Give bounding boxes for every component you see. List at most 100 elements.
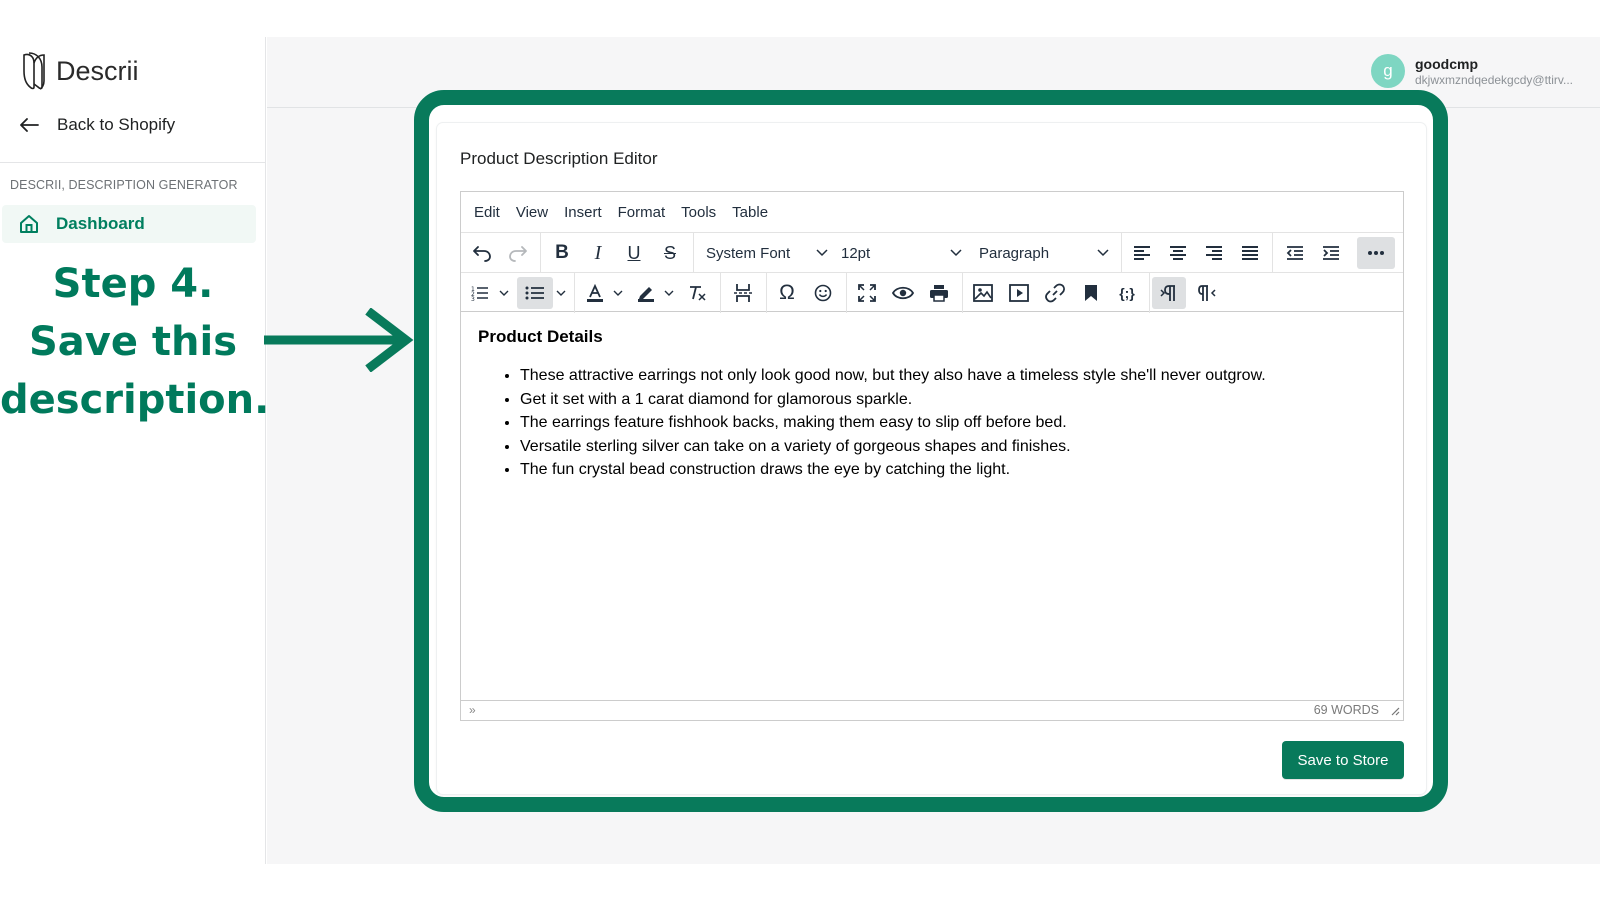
toolbar-separator — [1121, 233, 1122, 273]
step-line-3: description. — [0, 377, 270, 423]
indent-button[interactable] — [1315, 237, 1347, 269]
menu-edit[interactable]: Edit — [466, 204, 508, 221]
menu-tools[interactable]: Tools — [673, 204, 724, 221]
toolbar-row-2: 123 Ω {;} — [461, 272, 1403, 313]
underline-icon: U — [627, 242, 641, 263]
menu-view[interactable]: View — [508, 204, 556, 221]
bullet-list-dropdown[interactable] — [554, 277, 568, 309]
clear-formatting-button[interactable] — [681, 277, 713, 309]
code-braces-icon: {;} — [1119, 285, 1135, 301]
image-icon — [973, 284, 993, 302]
redo-button[interactable] — [502, 237, 534, 269]
step-annotation: Step 4. Save this description. — [0, 255, 270, 429]
back-to-shopify-link[interactable]: Back to Shopify — [18, 115, 175, 135]
avatar: g — [1371, 54, 1405, 88]
toolbar-separator — [720, 273, 721, 313]
fullscreen-button[interactable] — [851, 277, 883, 309]
numbered-list-button[interactable]: 123 — [466, 277, 494, 309]
editor-content[interactable]: Product Details These attractive earring… — [478, 327, 1378, 482]
list-item: The earrings feature fishhook backs, mak… — [520, 411, 1378, 435]
insert-image-button[interactable] — [967, 277, 999, 309]
highlight-color-button[interactable] — [632, 277, 660, 309]
resize-handle-icon[interactable] — [1390, 706, 1400, 716]
font-family-value: System Font — [706, 244, 791, 262]
rtl-direction-button[interactable] — [1190, 277, 1224, 309]
anchor-button[interactable] — [1075, 277, 1107, 309]
special-character-button[interactable]: Ω — [771, 277, 803, 309]
home-icon — [20, 215, 38, 233]
link-icon — [1045, 283, 1065, 303]
save-to-store-button[interactable]: Save to Store — [1282, 741, 1404, 779]
list-item: Versatile sterling silver can take on a … — [520, 435, 1378, 459]
annotation-arrow-icon — [264, 308, 414, 372]
menu-table[interactable]: Table — [724, 204, 776, 221]
ltr-direction-button[interactable] — [1152, 277, 1186, 309]
highlight-color-dropdown[interactable] — [662, 277, 676, 309]
bullet-list-button[interactable] — [517, 277, 553, 309]
outdent-button[interactable] — [1279, 237, 1311, 269]
user-name: goodcmp — [1415, 55, 1478, 72]
bookmark-icon — [1085, 285, 1097, 301]
toolbar-row-1: B I U S System Font 12pt Paragraph — [461, 232, 1403, 273]
sidebar-section-title: DESCRII, DESCRIPTION GENERATOR — [10, 178, 238, 192]
insert-link-button[interactable] — [1039, 277, 1071, 309]
font-family-select[interactable]: System Font — [706, 237, 834, 269]
align-left-button[interactable] — [1126, 237, 1158, 269]
app-logo[interactable]: Descrii — [20, 51, 139, 91]
template-button[interactable]: {;} — [1111, 277, 1143, 309]
toolbar-separator — [540, 233, 541, 273]
step-line-2: Save this — [28, 319, 238, 365]
fullscreen-icon — [858, 284, 876, 302]
user-menu[interactable]: g goodcmp dkjwxmzndqedekgcdy@ttirv... — [1371, 54, 1573, 88]
redo-icon — [509, 246, 527, 262]
paragraph-ltr-icon — [1160, 285, 1175, 301]
more-options-button[interactable] — [1357, 237, 1395, 269]
toolbar-separator — [1272, 233, 1273, 273]
back-label: Back to Shopify — [57, 115, 176, 134]
printer-icon — [930, 285, 948, 302]
outdent-icon — [1286, 246, 1303, 260]
editor-menubar: Edit View Insert Format Tools Table — [461, 192, 1403, 232]
font-size-select[interactable]: 12pt — [841, 237, 968, 269]
chevron-down-icon — [556, 290, 566, 296]
list-item: The fun crystal bead construction draws … — [520, 458, 1378, 482]
text-color-dropdown[interactable] — [611, 277, 625, 309]
omega-icon: Ω — [779, 281, 795, 304]
text-color-button[interactable] — [581, 277, 609, 309]
print-button[interactable] — [923, 277, 955, 309]
italic-button[interactable]: I — [582, 237, 614, 269]
list-item: Get it set with a 1 carat diamond for gl… — [520, 388, 1378, 412]
word-count[interactable]: 69 WORDS — [1314, 703, 1379, 717]
toolbar-separator — [1149, 273, 1150, 313]
descrii-logo-icon — [23, 52, 45, 90]
preview-button[interactable] — [887, 277, 919, 309]
page-break-icon — [734, 284, 752, 302]
strikethrough-icon: S — [663, 242, 676, 263]
svg-text:3: 3 — [471, 296, 475, 301]
menu-format[interactable]: Format — [610, 204, 674, 221]
bold-button[interactable]: B — [546, 237, 578, 269]
align-center-button[interactable] — [1162, 237, 1194, 269]
undo-button[interactable] — [466, 237, 498, 269]
numbered-list-dropdown[interactable] — [497, 277, 511, 309]
editor-statusbar: » 69 WORDS — [461, 700, 1403, 720]
underline-button[interactable]: U — [618, 237, 650, 269]
insert-media-button[interactable] — [1003, 277, 1035, 309]
page-break-button[interactable] — [727, 277, 759, 309]
strikethrough-button[interactable]: S — [654, 237, 686, 269]
sidebar-item-dashboard[interactable]: Dashboard — [2, 205, 256, 243]
chevron-down-icon — [499, 290, 509, 296]
element-path[interactable]: » — [469, 703, 476, 717]
menu-insert[interactable]: Insert — [556, 204, 610, 221]
card-title: Product Description Editor — [460, 149, 658, 168]
chevron-down-icon — [1097, 249, 1109, 257]
sidebar-divider — [0, 162, 266, 163]
list-item: These attractive earrings not only look … — [520, 364, 1378, 388]
toolbar-separator — [574, 273, 575, 313]
block-format-select[interactable]: Paragraph — [979, 237, 1115, 269]
align-justify-button[interactable] — [1234, 237, 1266, 269]
more-horizontal-icon — [1368, 251, 1384, 255]
align-right-button[interactable] — [1198, 237, 1230, 269]
eye-icon — [892, 286, 914, 300]
emoticons-button[interactable] — [807, 277, 839, 309]
